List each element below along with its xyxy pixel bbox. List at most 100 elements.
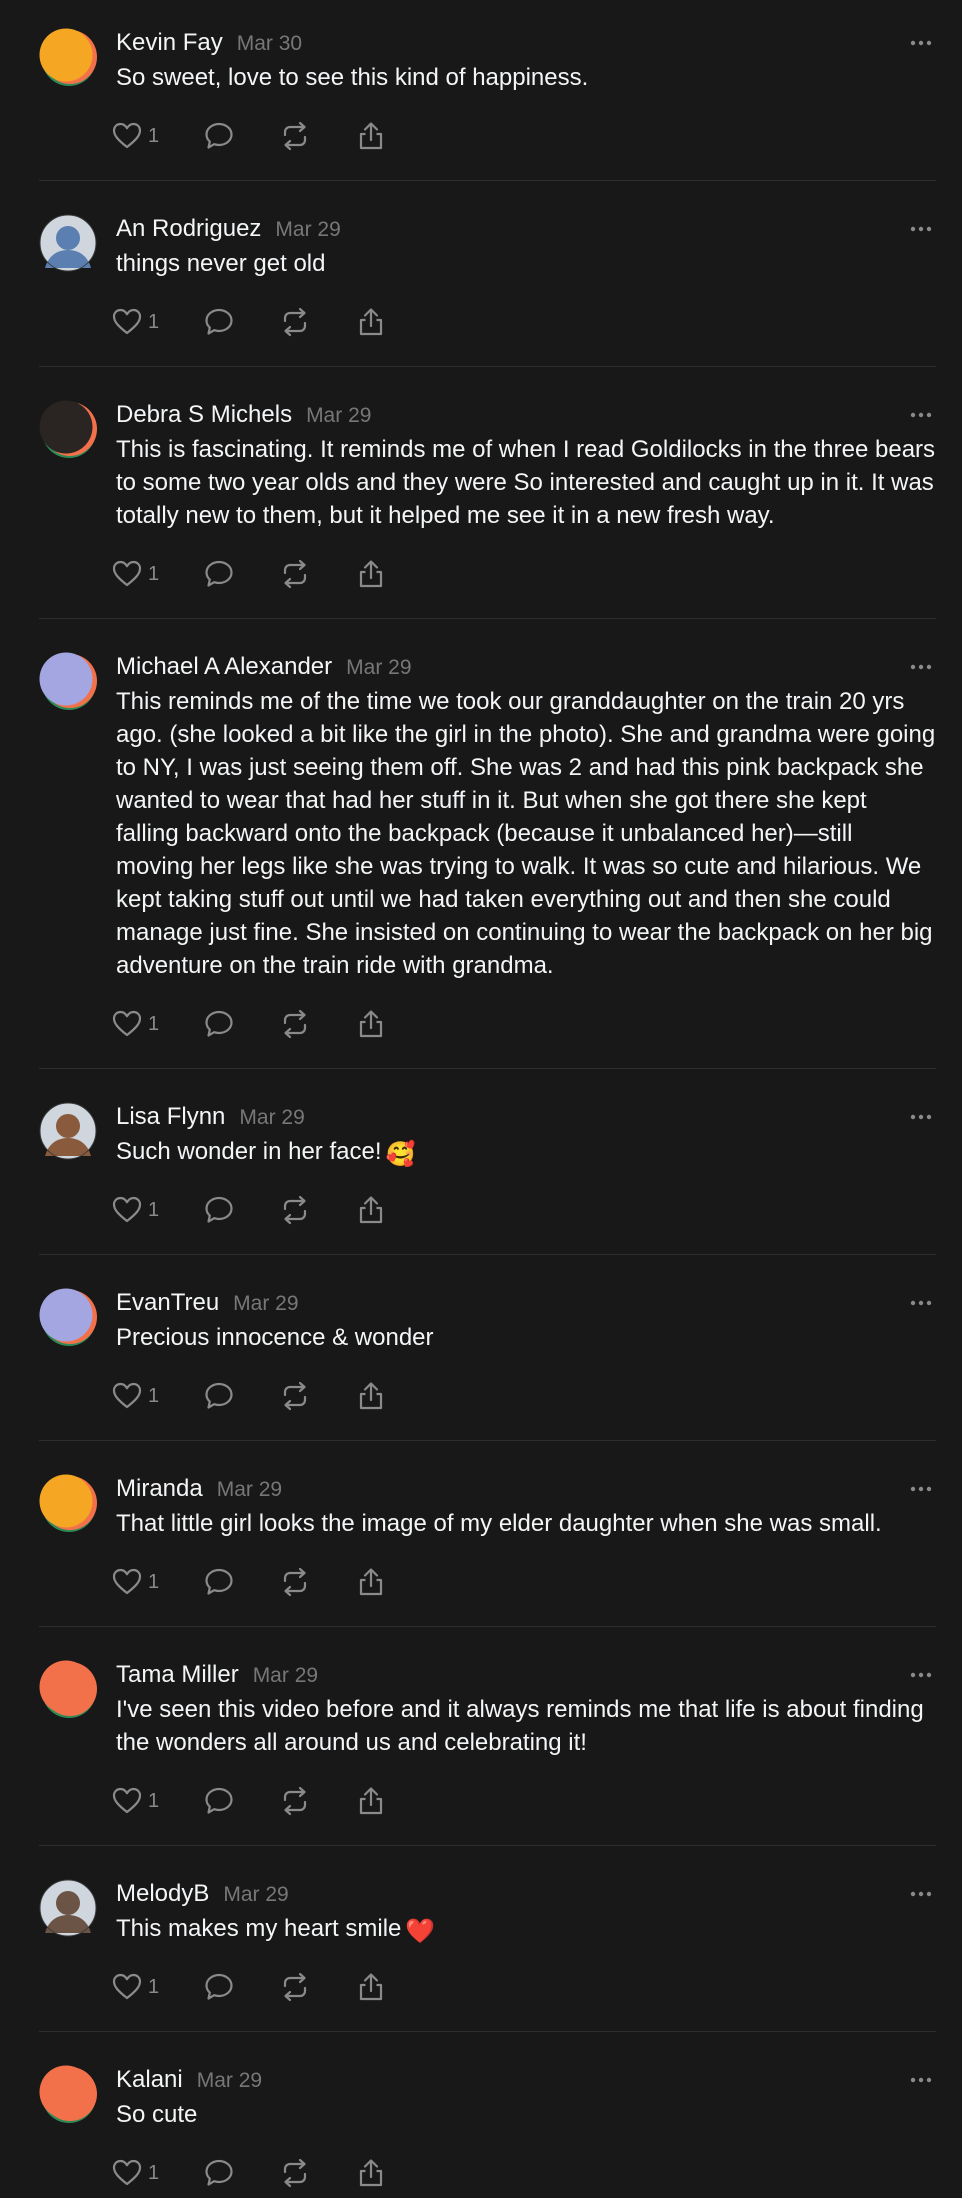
divider (39, 618, 936, 619)
post-date[interactable]: Mar 29 (217, 1478, 282, 1501)
comment-body: This reminds me of the time we took our … (116, 688, 936, 979)
share-button[interactable] (356, 1378, 386, 1414)
author-name[interactable]: An Rodriguez (116, 215, 261, 242)
more-options-icon[interactable] (906, 1289, 936, 1317)
like-button[interactable]: 1 (112, 556, 159, 592)
post-date[interactable]: Mar 29 (223, 1883, 288, 1906)
comment-text: This is fascinating. It reminds me of wh… (116, 433, 936, 532)
avatar[interactable] (39, 214, 97, 272)
reply-button[interactable] (204, 1783, 234, 1819)
share-button[interactable] (356, 1192, 386, 1228)
like-count: 1 (148, 1570, 160, 1593)
avatar[interactable] (39, 400, 97, 458)
comment-text: This reminds me of the time we took our … (116, 685, 936, 982)
reply-button[interactable] (204, 2155, 234, 2191)
repost-icon (280, 307, 310, 337)
avatar[interactable] (39, 1474, 97, 1532)
author-name[interactable]: Lisa Flynn (116, 1103, 225, 1130)
more-options-icon[interactable] (906, 401, 936, 429)
comment-header: Kalani Mar 29 (116, 2065, 262, 2095)
share-button[interactable] (356, 1969, 386, 2005)
repost-button[interactable] (280, 1006, 310, 1042)
reply-button[interactable] (204, 1006, 234, 1042)
more-options-icon[interactable] (906, 1103, 936, 1131)
share-button[interactable] (356, 304, 386, 340)
author-name[interactable]: Tama Miller (116, 1661, 239, 1688)
more-options-icon[interactable] (906, 29, 936, 57)
avatar[interactable] (39, 28, 97, 86)
like-count: 1 (148, 124, 160, 147)
avatar[interactable] (39, 1660, 97, 1718)
repost-button[interactable] (280, 1192, 310, 1228)
avatar[interactable] (39, 652, 97, 710)
like-button[interactable]: 1 (112, 304, 159, 340)
post-date[interactable]: Mar 29 (275, 218, 340, 241)
like-button[interactable]: 1 (112, 2155, 159, 2191)
reply-button[interactable] (204, 556, 234, 592)
like-button[interactable]: 1 (112, 1783, 159, 1819)
more-options-icon[interactable] (906, 653, 936, 681)
share-icon (356, 1972, 386, 2002)
post-date[interactable]: Mar 30 (237, 32, 302, 55)
author-name[interactable]: MelodyB (116, 1880, 209, 1907)
like-button[interactable]: 1 (112, 1564, 159, 1600)
share-icon (356, 1786, 386, 1816)
author-name[interactable]: Kalani (116, 2066, 183, 2093)
share-button[interactable] (356, 118, 386, 154)
post-date[interactable]: Mar 29 (253, 1664, 318, 1687)
avatar[interactable] (39, 1879, 97, 1937)
share-button[interactable] (356, 1783, 386, 1819)
share-icon (356, 1381, 386, 1411)
more-options-icon[interactable] (906, 215, 936, 243)
share-button[interactable] (356, 1006, 386, 1042)
repost-button[interactable] (280, 1564, 310, 1600)
more-options-icon[interactable] (906, 1475, 936, 1503)
reply-button[interactable] (204, 1969, 234, 2005)
repost-button[interactable] (280, 556, 310, 592)
comment-body: That little girl looks the image of my e… (116, 1510, 882, 1537)
share-button[interactable] (356, 2155, 386, 2191)
post-date[interactable]: Mar 29 (233, 1292, 298, 1315)
repost-button[interactable] (280, 1783, 310, 1819)
more-options-icon[interactable] (906, 1661, 936, 1689)
like-count: 1 (148, 2161, 160, 2184)
repost-button[interactable] (280, 304, 310, 340)
comment-icon (204, 1381, 234, 1411)
author-name[interactable]: Debra S Michels (116, 401, 292, 428)
like-button[interactable]: 1 (112, 118, 159, 154)
like-button[interactable]: 1 (112, 1378, 159, 1414)
reply-button[interactable] (204, 1378, 234, 1414)
share-button[interactable] (356, 556, 386, 592)
like-button[interactable]: 1 (112, 1006, 159, 1042)
repost-button[interactable] (280, 1378, 310, 1414)
repost-button[interactable] (280, 2155, 310, 2191)
post-date[interactable]: Mar 29 (306, 404, 371, 427)
author-name[interactable]: Miranda (116, 1475, 203, 1502)
comment-body: Precious innocence & wonder (116, 1324, 434, 1351)
like-button[interactable]: 1 (112, 1192, 159, 1228)
share-button[interactable] (356, 1564, 386, 1600)
like-button[interactable]: 1 (112, 1969, 159, 2005)
comment-header: EvanTreu Mar 29 (116, 1288, 299, 1318)
reply-button[interactable] (204, 304, 234, 340)
comment-icon (204, 1195, 234, 1225)
author-name[interactable]: Michael A Alexander (116, 653, 332, 680)
heart-icon (112, 1196, 142, 1224)
more-options-icon[interactable] (906, 2066, 936, 2094)
post-date[interactable]: Mar 29 (346, 656, 411, 679)
repost-button[interactable] (280, 1969, 310, 2005)
author-name[interactable]: EvanTreu (116, 1289, 219, 1316)
avatar[interactable] (39, 1102, 97, 1160)
repost-button[interactable] (280, 118, 310, 154)
comment: Miranda Mar 29 That little girl looks the … (0, 1474, 962, 1604)
reply-button[interactable] (204, 118, 234, 154)
comment-header: Debra S Michels Mar 29 (116, 400, 371, 430)
post-date[interactable]: Mar 29 (239, 1106, 304, 1129)
reply-button[interactable] (204, 1564, 234, 1600)
reply-button[interactable] (204, 1192, 234, 1228)
post-date[interactable]: Mar 29 (197, 2069, 262, 2092)
avatar[interactable] (39, 2065, 97, 2123)
more-options-icon[interactable] (906, 1880, 936, 1908)
avatar[interactable] (39, 1288, 97, 1346)
author-name[interactable]: Kevin Fay (116, 29, 223, 56)
